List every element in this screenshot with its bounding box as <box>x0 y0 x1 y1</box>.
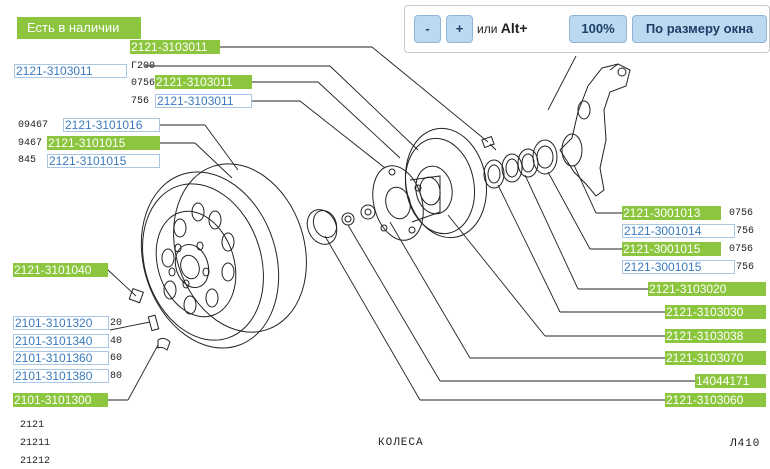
wheel-rim <box>140 163 307 349</box>
qty-label: 60 <box>110 353 123 364</box>
balance-weights <box>147 314 171 351</box>
part-link[interactable]: 2121-3103070 <box>665 351 766 365</box>
part-link[interactable]: 2121-3001015 <box>622 260 735 274</box>
qty-label: 0756 <box>131 78 156 89</box>
zoom-in-button[interactable]: + <box>446 15 473 43</box>
part-link[interactable]: 2121-3103060 <box>665 393 766 407</box>
part-link[interactable]: 2101-3101340 <box>13 334 109 348</box>
qty-label: 756 <box>131 96 150 107</box>
part-link[interactable]: 2101-3101380 <box>13 369 109 383</box>
in-stock-badge: Есть в наличии <box>17 17 141 39</box>
zoom-toolbar: - + или Alt+ 100% По размеру окна <box>404 5 770 53</box>
alt-hint: или Alt+ <box>477 20 528 36</box>
hub-nut-washer <box>341 204 376 226</box>
model-code: 21211 <box>20 438 51 449</box>
part-link[interactable]: 2121-3103030 <box>665 305 766 319</box>
alt-hint-prefix: или <box>477 22 498 36</box>
part-link[interactable]: 2121-3103020 <box>648 282 766 296</box>
part-link[interactable]: 2101-3101320 <box>13 316 109 330</box>
alt-hint-key: Alt+ <box>500 20 528 36</box>
qty-label: 40 <box>110 336 123 347</box>
qty-label: Г200 <box>131 61 156 72</box>
zoom-level-button[interactable]: 100% <box>569 15 627 43</box>
figure-code: Л410 <box>730 438 761 450</box>
part-link[interactable]: 2121-3001015 <box>622 242 721 256</box>
brake-disc <box>404 127 488 239</box>
part-link[interactable]: 2121-3101015 <box>47 136 160 150</box>
part-link[interactable]: 2121-3001013 <box>622 206 721 220</box>
part-link[interactable]: 2101-3101300 <box>13 393 108 407</box>
steering-knuckle <box>559 63 631 197</box>
part-link[interactable]: 2121-3103011 <box>155 75 252 89</box>
qty-label: 756 <box>736 262 755 273</box>
diagram-caption: КОЛЕСА <box>378 437 424 449</box>
qty-label: 0756 <box>729 244 754 255</box>
fit-window-button[interactable]: По размеру окна <box>632 15 767 43</box>
qty-label: 9467 <box>18 138 43 149</box>
qty-label: 845 <box>18 155 37 166</box>
part-link[interactable]: 2121-3101016 <box>63 118 160 132</box>
hub-cap <box>306 209 338 245</box>
qty-label: 09467 <box>18 120 49 131</box>
hub-bearings <box>483 139 558 189</box>
zoom-out-button[interactable]: - <box>414 15 441 43</box>
wheel-nut <box>128 287 144 304</box>
part-link[interactable]: 2121-3103011 <box>130 40 220 54</box>
model-code: 2121 <box>20 420 45 431</box>
part-link[interactable]: 2121-3101015 <box>47 154 160 168</box>
part-link[interactable]: 2121-3103038 <box>665 329 766 343</box>
part-link[interactable]: 2121-3103011 <box>14 64 127 78</box>
wheel-hub <box>372 165 441 241</box>
part-link[interactable]: 14044171 <box>695 374 766 388</box>
part-link[interactable]: 2121-3103011 <box>155 94 252 108</box>
part-link[interactable]: 2121-3101040 <box>13 263 108 277</box>
qty-label: 0756 <box>729 208 754 219</box>
qty-label: 756 <box>736 226 755 237</box>
qty-label: 20 <box>110 318 123 329</box>
model-code: 21212 <box>20 456 51 467</box>
part-link[interactable]: 2101-3101360 <box>13 351 109 365</box>
part-link[interactable]: 2121-3001014 <box>622 224 735 238</box>
qty-label: 80 <box>110 371 123 382</box>
